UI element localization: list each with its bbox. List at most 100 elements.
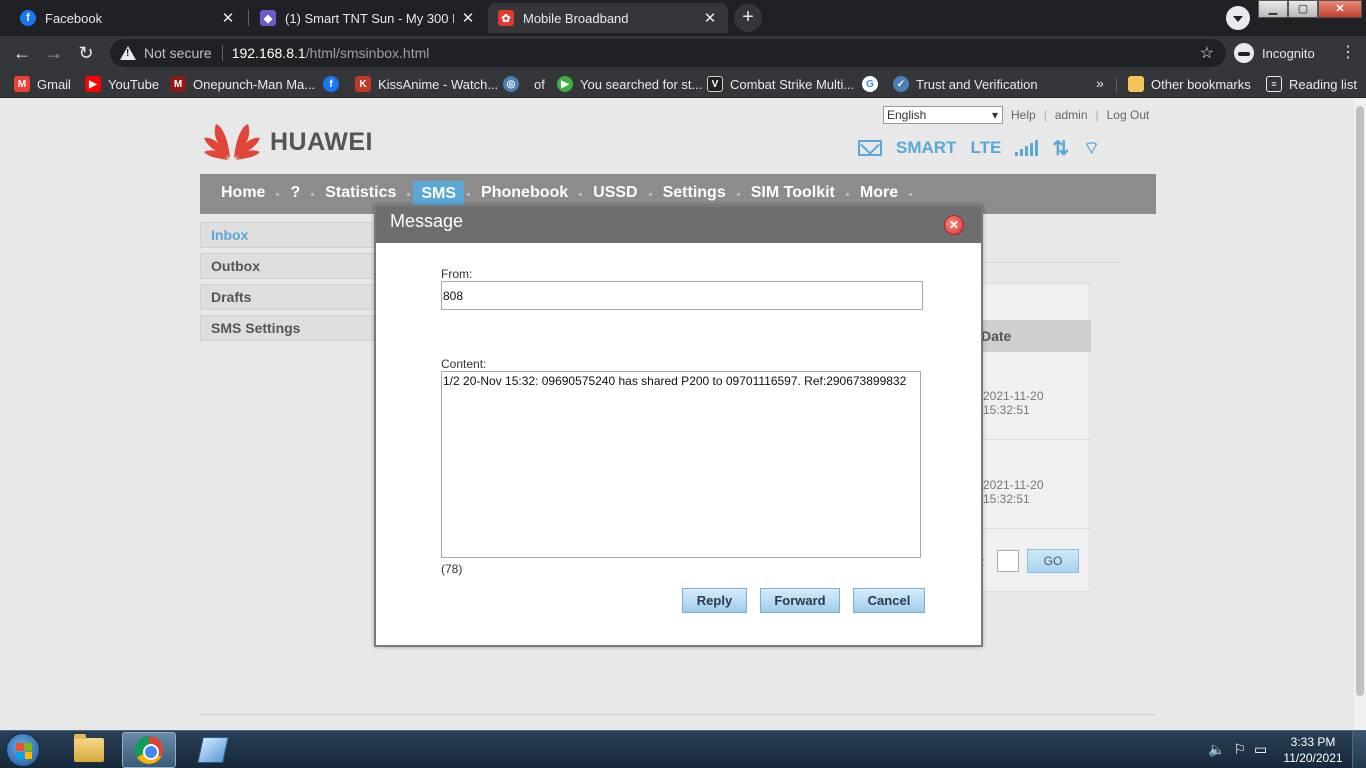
forward-button[interactable]: → xyxy=(41,40,67,66)
page-number-input[interactable] xyxy=(997,550,1019,572)
mail-icon[interactable] xyxy=(858,140,882,156)
dialog-header: Message ✕ xyxy=(376,207,981,243)
volume-icon[interactable]: 🔈 xyxy=(1208,741,1225,758)
network-icon[interactable]: ⚐ xyxy=(1233,741,1246,758)
browser-toolbar: ← → ↻ Not secure 192.168.8.1/html/smsinb… xyxy=(0,36,1366,70)
verify-icon: ✓ xyxy=(893,76,909,92)
bookmark-label: Gmail xyxy=(37,76,71,92)
scrollbar-thumb[interactable] xyxy=(1356,106,1364,696)
sms-sidebar: Inbox Outbox Drafts SMS Settings xyxy=(200,222,376,346)
top-links: Help | admin | Log Out xyxy=(1011,108,1149,122)
sidebar-item-drafts[interactable]: Drafts xyxy=(200,284,376,310)
help-link[interactable]: Help xyxy=(1011,108,1036,122)
tab-facebook[interactable]: f Facebook ✕ xyxy=(10,3,246,33)
show-desktop-button[interactable] xyxy=(1352,731,1366,768)
browser-tab-strip: f Facebook ✕ ◆ (1) Smart TNT Sun - My 30… xyxy=(0,0,1366,36)
back-button[interactable]: ← xyxy=(9,40,35,66)
network-type: LTE xyxy=(970,138,1002,157)
globe-icon: ◎ xyxy=(503,76,519,92)
bookmark-of[interactable]: ◎ of xyxy=(503,75,545,93)
bookmark-trust-verification[interactable]: ✓ Trust and Verification xyxy=(893,75,1038,93)
taskbar-explorer[interactable] xyxy=(62,732,116,768)
go-button[interactable]: GO xyxy=(1027,549,1079,573)
windows-logo-icon xyxy=(16,743,32,759)
table-row[interactable]: 2021-11-20 15:32:51 xyxy=(981,441,1091,529)
menu-help[interactable]: ? xyxy=(279,174,311,214)
bookmark-facebook[interactable]: f xyxy=(323,75,346,93)
tab-mobile-broadband[interactable]: ✿ Mobile Broadband ✕ xyxy=(488,3,728,33)
page-scrollbar[interactable] xyxy=(1354,98,1366,730)
close-icon[interactable]: ✕ xyxy=(944,215,964,235)
content-textarea[interactable]: 1/2 20-Nov 15:32: 09690575240 has shared… xyxy=(441,371,921,558)
facebook-icon: f xyxy=(323,76,339,92)
address-bar[interactable]: Not secure 192.168.8.1/html/smsinbox.htm… xyxy=(110,39,1226,67)
admin-link[interactable]: admin xyxy=(1055,108,1088,122)
play-icon: ▶ xyxy=(557,76,573,92)
cancel-button[interactable]: Cancel xyxy=(853,588,925,613)
menu-home[interactable]: Home xyxy=(210,174,276,214)
minimize-button[interactable]: ▁ xyxy=(1258,0,1288,18)
reply-button[interactable]: Reply xyxy=(682,588,747,613)
menu-sms[interactable]: SMS xyxy=(413,181,465,207)
close-icon[interactable]: ✕ xyxy=(702,9,718,27)
window-close-button[interactable]: ✕ xyxy=(1318,0,1362,18)
logout-link[interactable]: Log Out xyxy=(1107,108,1150,122)
bookmark-youtube[interactable]: ▶ YouTube xyxy=(85,75,159,93)
sidebar-item-sms-settings[interactable]: SMS Settings xyxy=(200,315,376,341)
menu-separator xyxy=(407,192,411,196)
bookmarks-overflow-button[interactable]: » xyxy=(1096,75,1104,91)
bookmark-label: YouTube xyxy=(108,76,160,92)
sidebar-item-inbox[interactable]: Inbox xyxy=(200,222,376,248)
taskbar-clock[interactable]: 3:33 PM 11/20/2021 xyxy=(1282,734,1344,766)
bookmark-combat-strike[interactable]: V Combat Strike Multi... xyxy=(707,75,854,93)
table-row[interactable]: 2021-11-20 15:32:51 xyxy=(981,352,1091,440)
content-label: Content: xyxy=(441,357,487,371)
facebook-icon: f xyxy=(20,10,36,26)
bookmark-gmail[interactable]: M Gmail xyxy=(14,75,71,93)
forward-button[interactable]: Forward xyxy=(760,588,840,613)
bookmark-onepunch[interactable]: M Onepunch-Man Ma... xyxy=(170,75,315,93)
sidebar-item-outbox[interactable]: Outbox xyxy=(200,253,376,279)
tab-search-icon[interactable] xyxy=(1226,6,1250,30)
bookmark-label: Onepunch-Man Ma... xyxy=(193,76,316,92)
divider xyxy=(221,45,223,61)
from-field[interactable]: 808 xyxy=(441,281,923,310)
tab-divider xyxy=(248,10,249,26)
date-header-label: Date xyxy=(981,328,1012,344)
incognito-badge[interactable]: Incognito xyxy=(1234,41,1315,65)
window-controls: ▁ ▢ ✕ xyxy=(1258,0,1362,18)
bookmark-label: of xyxy=(534,76,545,92)
other-bookmarks-folder[interactable]: Other bookmarks xyxy=(1128,75,1251,93)
other-bookmarks-label: Other bookmarks xyxy=(1151,76,1251,92)
taskbar-app[interactable] xyxy=(186,732,240,768)
bookmark-you-searched[interactable]: ▶ You searched for st... xyxy=(557,75,702,93)
close-icon[interactable]: ✕ xyxy=(220,9,236,27)
star-icon[interactable]: ☆ xyxy=(1200,43,1214,63)
tab-smart-tnt[interactable]: ◆ (1) Smart TNT Sun - My 300 REGI ✕ xyxy=(250,3,486,33)
warning-icon xyxy=(120,45,136,61)
new-tab-button[interactable]: + xyxy=(734,4,762,32)
language-select[interactable]: English xyxy=(883,106,1003,124)
taskbar-chrome[interactable] xyxy=(122,732,176,768)
manga-icon: M xyxy=(170,76,186,92)
brand-name: HUAWEI xyxy=(270,128,373,156)
divider xyxy=(980,262,1122,263)
youtube-icon: ▶ xyxy=(85,76,101,92)
reading-list-button[interactable]: ≡ Reading list xyxy=(1266,75,1357,93)
close-icon[interactable]: ✕ xyxy=(460,9,476,27)
reading-list-icon: ≡ xyxy=(1266,76,1282,92)
reload-button[interactable]: ↻ xyxy=(73,40,99,66)
bookmark-kissanime[interactable]: K KissAnime - Watch... xyxy=(355,75,498,93)
url-path: /html/smsinbox.html xyxy=(305,45,430,61)
bookmark-google[interactable]: G xyxy=(862,75,885,93)
app-icon xyxy=(197,737,229,763)
maximize-button[interactable]: ▢ xyxy=(1288,0,1318,18)
cube-icon: ◆ xyxy=(260,10,276,26)
windows-taskbar: 🔈 ⚐ ▭ 3:33 PM 11/20/2021 xyxy=(0,730,1366,768)
menu-icon[interactable]: ⋮ xyxy=(1338,41,1358,65)
security-status[interactable]: Not secure xyxy=(144,45,212,61)
start-button[interactable] xyxy=(6,733,40,767)
wifi-icon[interactable]: ⌔ xyxy=(1083,137,1100,160)
action-center-icon[interactable]: ▭ xyxy=(1254,741,1267,758)
dialog-title: Message xyxy=(390,211,464,231)
